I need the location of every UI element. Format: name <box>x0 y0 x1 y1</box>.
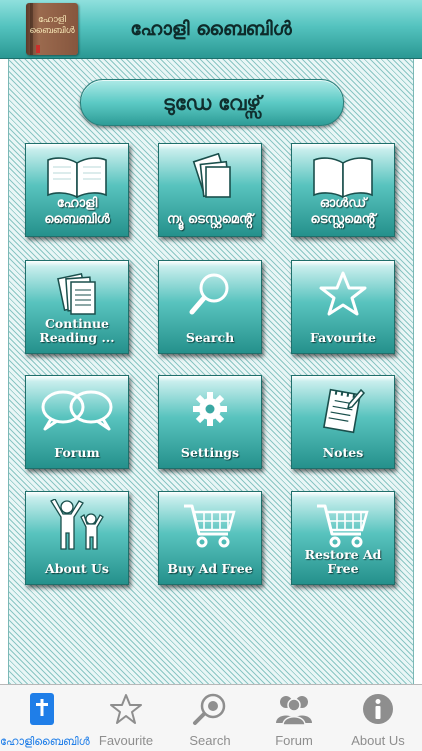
people-icon <box>26 499 128 550</box>
star-icon <box>292 269 394 319</box>
document-stack-icon <box>26 269 128 319</box>
search-icon <box>168 691 252 727</box>
gear-icon <box>159 384 261 434</box>
tile-label: Buy Ad Free <box>167 561 253 576</box>
cart-icon <box>292 500 394 550</box>
tile-label: Restore Ad Free <box>304 547 382 576</box>
tab-forum[interactable]: Forum <box>252 685 336 751</box>
search-icon <box>159 269 261 319</box>
tile-label: ന്യൂ ടെസ്റ്റമെൻ്റ് <box>166 212 254 227</box>
pages-icon <box>159 152 261 202</box>
new-testament-tile[interactable]: ന്യൂ ടെസ്റ്റമെൻ്റ് <box>158 143 262 237</box>
tab-about-us[interactable]: About Us <box>336 685 420 751</box>
forum-tile[interactable]: Forum <box>25 375 129 469</box>
tile-label: ഓൾഡ് ടെസ്റ്റമെൻ്റ് <box>310 196 376 227</box>
info-icon <box>336 691 420 727</box>
open-book-icon <box>26 152 128 202</box>
tile-label: ഹോളി ബൈബിൾ <box>44 196 110 227</box>
continue-reading-tile[interactable]: Continue Reading ... <box>25 260 129 354</box>
buy-ad-free-tile[interactable]: Buy Ad Free <box>158 491 262 585</box>
bookmark-ribbon <box>36 45 40 53</box>
tile-label: Notes <box>322 445 364 460</box>
tab-label: About Us <box>351 733 405 748</box>
tab-holy-bible[interactable]: ഹോളിബൈബിൾ <box>0 685 90 751</box>
settings-tile[interactable]: Settings <box>158 375 262 469</box>
people-icon <box>252 691 336 727</box>
app-header: ഹോളി ബൈബിൾ ഹോളി ബൈബിൾ <box>0 0 422 59</box>
holy-bible-tile[interactable]: ഹോളി ബൈബിൾ <box>25 143 129 237</box>
tile-label: Continue Reading ... <box>39 316 115 345</box>
tab-label: ഹോളിബൈബിൾ <box>0 735 90 748</box>
tile-label: About Us <box>45 561 109 576</box>
cart-icon <box>159 500 261 550</box>
app-title: ഹോളി ബൈബിൾ <box>130 18 292 40</box>
tile-label: Favourite <box>309 330 377 345</box>
tab-label: Search <box>189 733 231 748</box>
today-verse-button[interactable]: ടുഡേ വേഴ്സ് <box>80 79 344 126</box>
open-book-icon <box>292 152 394 202</box>
old-testament-tile[interactable]: ഓൾഡ് ടെസ്റ്റമെൻ്റ് <box>291 143 395 237</box>
tile-label: Settings <box>180 445 240 460</box>
speech-bubbles-icon <box>26 384 128 434</box>
restore-ad-free-tile[interactable]: Restore Ad Free <box>291 491 395 585</box>
bible-icon <box>0 691 84 727</box>
today-verse-label: ടുഡേ വേഴ്സ് <box>162 90 262 115</box>
tile-label: Search <box>185 330 235 345</box>
tab-label: Favourite <box>98 733 154 748</box>
tab-bar: ഹോളിബൈബിൾ Favourite Search Forum About U… <box>0 684 422 751</box>
search-tile[interactable]: Search <box>158 260 262 354</box>
tile-label: Forum <box>54 445 100 460</box>
about-us-tile[interactable]: About Us <box>25 491 129 585</box>
notepad-icon <box>292 384 394 434</box>
notes-tile[interactable]: Notes <box>291 375 395 469</box>
star-icon <box>84 691 168 727</box>
favourite-tile[interactable]: Favourite <box>291 260 395 354</box>
tab-favourite[interactable]: Favourite <box>84 685 168 751</box>
tab-search[interactable]: Search <box>168 685 252 751</box>
tab-label: Forum <box>275 733 313 748</box>
